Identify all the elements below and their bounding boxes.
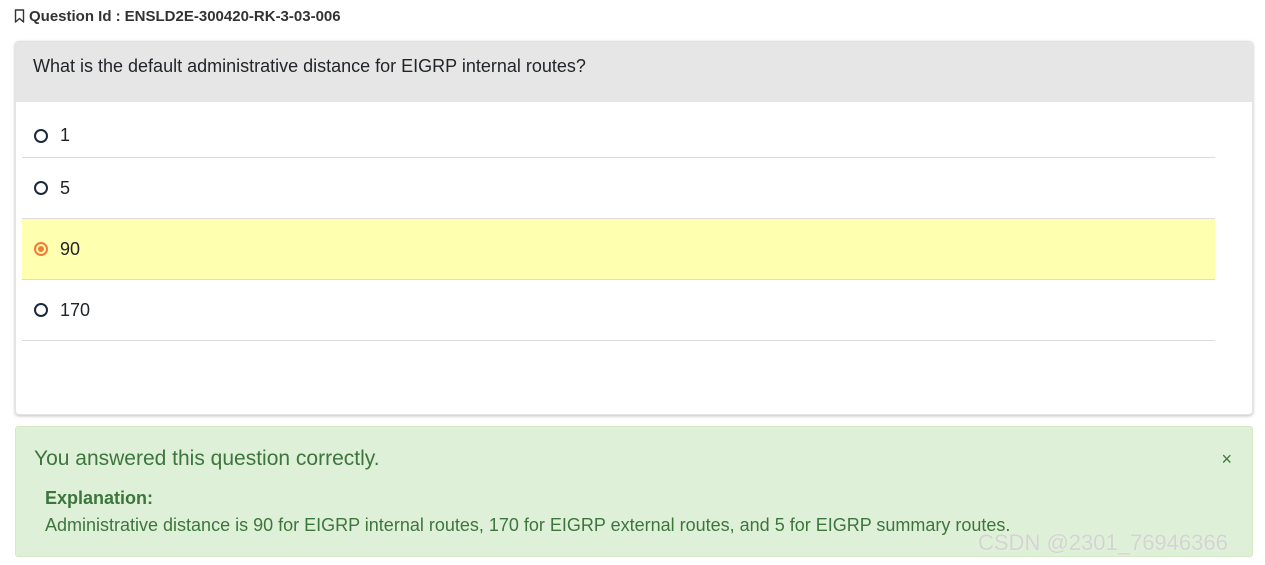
- question-id: Question Id : ENSLD2E-300420-RK-3-03-006: [14, 7, 341, 25]
- option-label: 90: [60, 238, 81, 259]
- bookmark-icon[interactable]: [14, 9, 25, 23]
- radio-button[interactable]: [34, 128, 48, 143]
- question-text: What is the default administrative dista…: [16, 42, 1252, 102]
- answer-option-2[interactable]: 5: [22, 158, 1215, 219]
- feedback-message: You answered this question correctly.: [34, 447, 380, 470]
- radio-button-selected[interactable]: [34, 242, 48, 256]
- radio-button[interactable]: [34, 181, 48, 195]
- answer-option-3[interactable]: 90: [22, 219, 1215, 280]
- explanation-text: Administrative distance is 90 for EIGRP …: [45, 515, 1011, 535]
- answer-option-4[interactable]: 170: [22, 280, 1215, 341]
- close-icon[interactable]: ×: [1221, 449, 1232, 469]
- option-label: 1: [60, 125, 71, 145]
- radio-dot: [38, 246, 44, 252]
- answer-option-1[interactable]: 1: [22, 114, 1215, 158]
- option-label: 5: [60, 177, 71, 198]
- answer-options: 1 5 90 170: [22, 114, 1215, 341]
- quiz-page: Question Id : ENSLD2E-300420-RK-3-03-006…: [0, 0, 1265, 565]
- explanation-title: Explanation:: [45, 488, 154, 508]
- watermark: CSDN @2301_76946366: [978, 530, 1228, 555]
- option-label: 170: [60, 299, 91, 320]
- question-id-label: Question Id :: [29, 7, 121, 25]
- radio-button[interactable]: [34, 303, 48, 317]
- question-id-value: ENSLD2E-300420-RK-3-03-006: [124, 7, 341, 25]
